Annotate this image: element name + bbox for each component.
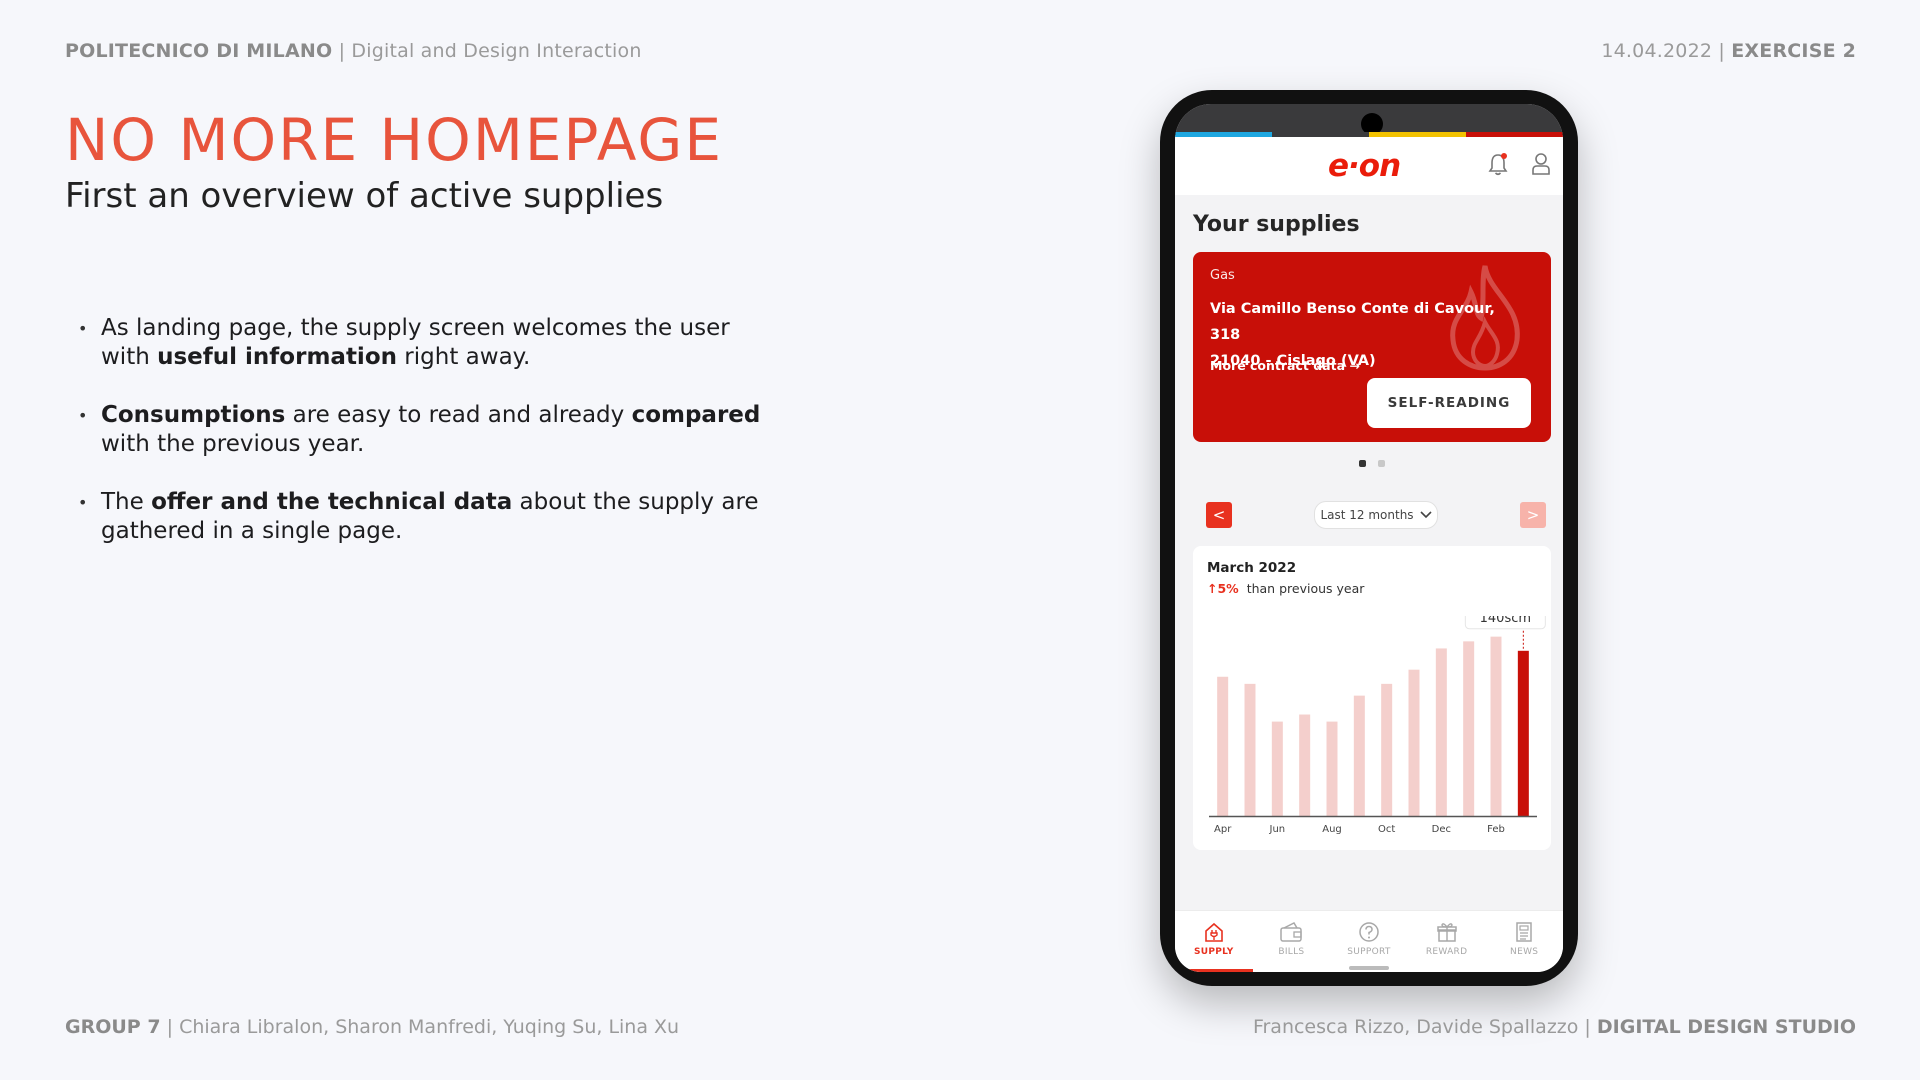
slide-subtitle: First an overview of active supplies <box>65 176 664 216</box>
phone-screen: e·on Your supplies Gas Via Camillo Benso… <box>1175 104 1563 972</box>
slide-header-left: POLITECNICO DI MILANO | Digital and Desi… <box>65 40 642 62</box>
section-title: Your supplies <box>1193 212 1360 237</box>
studio-name: DIGITAL DESIGN STUDIO <box>1596 1016 1856 1038</box>
group-members: | Chiara Libralon, Sharon Manfredi, Yuqi… <box>166 1016 680 1038</box>
x-tick-label: Dec <box>1432 824 1451 835</box>
more-contract-data-link[interactable]: More contract data → <box>1210 358 1360 373</box>
bullet-text: are easy to read and already <box>285 402 632 428</box>
tab-bills[interactable]: BILLS <box>1253 911 1331 972</box>
carousel-dots <box>1359 460 1385 467</box>
bullet-text: The <box>101 489 152 515</box>
chart-bar-jan[interactable] <box>1463 641 1475 816</box>
supply-card[interactable]: Gas Via Camillo Benso Conte di Cavour, 3… <box>1193 252 1551 442</box>
tab-label: SUPPLY <box>1193 947 1234 957</box>
consumption-chart-card: March 2022 ↑5% than previous year 140scm A… <box>1193 546 1551 850</box>
x-tick-label: Oct <box>1378 824 1395 835</box>
chart-delta: ↑5% than previous year <box>1207 581 1364 596</box>
previous-period-button[interactable]: < <box>1206 502 1232 528</box>
tab-label: BILLS <box>1278 947 1305 957</box>
chart-bar-mar[interactable] <box>1517 650 1529 816</box>
chart-bar-nov[interactable] <box>1408 669 1420 816</box>
x-tick-label: Apr <box>1214 824 1232 835</box>
tab-news[interactable]: NEWS <box>1485 911 1563 972</box>
chart-bar-aug[interactable] <box>1326 721 1338 816</box>
university-name: POLITECNICO DI MILANO <box>65 40 333 62</box>
tab-label: SUPPORT <box>1347 947 1391 957</box>
slide-header-right: 14.04.2022 | EXERCISE 2 <box>1601 40 1856 62</box>
chart-bar-sep[interactable] <box>1353 695 1365 816</box>
slide-footer-left: GROUP 7 | Chiara Libralon, Sharon Manfre… <box>65 1016 679 1038</box>
bullet-item: As landing page, the supply screen welco… <box>78 314 778 372</box>
bullet-emphasis: compared <box>631 402 761 428</box>
bullet-list: As landing page, the supply screen welco… <box>78 314 778 575</box>
x-tick-label: Feb <box>1487 824 1505 835</box>
phone-mockup: e·on Your supplies Gas Via Camillo Benso… <box>1160 90 1578 986</box>
bullet-item: Consumptions are easy to read and alread… <box>78 401 778 459</box>
help-circle-icon <box>1359 922 1379 942</box>
tab-support[interactable]: SUPPORT <box>1330 911 1408 972</box>
chart-bar-dec[interactable] <box>1435 648 1447 816</box>
chart-bar-oct[interactable] <box>1381 683 1393 816</box>
home-indicator <box>1349 966 1389 970</box>
bullet-text: right away. <box>397 344 531 370</box>
self-reading-button[interactable]: SELF-READING <box>1367 378 1531 428</box>
exercise-label: EXERCISE 2 <box>1731 40 1856 62</box>
eon-logo: e·on <box>1328 148 1401 184</box>
chart-tooltip: 140scm <box>1464 616 1546 630</box>
bullet-item: The offer and the technical data about t… <box>78 488 778 546</box>
next-period-button[interactable]: > <box>1520 502 1546 528</box>
slide-date: 14.04.2022 | <box>1601 40 1725 62</box>
tooltip-value: 140scm <box>1480 616 1531 626</box>
group-label: GROUP 7 <box>65 1016 161 1038</box>
news-icon <box>1516 922 1532 942</box>
x-tick-label: Jun <box>1269 824 1286 835</box>
chart-bar-apr[interactable] <box>1217 676 1229 816</box>
professors: Francesca Rizzo, Davide Spallazzo | <box>1252 1016 1591 1038</box>
gift-icon <box>1436 923 1457 942</box>
bottom-tab-bar: SUPPLY BILLS SUPPORT REWARD NEWS <box>1175 910 1563 972</box>
delta-value: ↑5% <box>1207 581 1239 596</box>
chart-bar-jun[interactable] <box>1271 721 1283 816</box>
tab-label: NEWS <box>1510 947 1539 957</box>
tab-reward[interactable]: REWARD <box>1408 911 1486 972</box>
x-tick-label: Aug <box>1322 824 1342 835</box>
bullet-text: with the previous year. <box>101 431 365 457</box>
carousel-dot[interactable] <box>1378 460 1385 467</box>
consumption-bar-chart: 140scm Apr Jun Aug Oct Dec Feb <box>1209 616 1546 835</box>
slide-title: NO MORE HOMEPAGE <box>65 106 724 174</box>
home-plug-icon <box>1204 922 1223 942</box>
chart-month: March 2022 <box>1207 560 1297 576</box>
bullet-emphasis: offer and the technical data <box>151 489 513 515</box>
wallet-icon <box>1280 922 1303 942</box>
chevron-down-icon <box>1419 511 1432 519</box>
supply-type: Gas <box>1210 268 1235 283</box>
delta-text: than previous year <box>1246 581 1365 596</box>
address-line: Via Camillo Benso Conte di Cavour, 318 <box>1210 301 1495 343</box>
chart-bar-may[interactable] <box>1244 683 1256 816</box>
carousel-dot-active[interactable] <box>1359 460 1366 467</box>
chart-bar-feb[interactable] <box>1490 636 1502 816</box>
period-label: Last 12 months <box>1320 508 1414 522</box>
period-dropdown[interactable]: Last 12 months <box>1314 501 1438 529</box>
chart-bar-jul[interactable] <box>1299 714 1311 816</box>
slide-footer-right: Francesca Rizzo, Davide Spallazzo | DIGI… <box>1253 1016 1856 1038</box>
bell-icon[interactable] <box>1487 152 1509 176</box>
bullet-emphasis: Consumptions <box>101 402 286 428</box>
tab-label: REWARD <box>1425 947 1468 957</box>
bullet-emphasis: useful information <box>157 344 397 370</box>
tab-supply[interactable]: SUPPLY <box>1175 911 1253 972</box>
course-name: | Digital and Design Interaction <box>338 40 642 62</box>
user-icon[interactable] <box>1531 152 1551 176</box>
